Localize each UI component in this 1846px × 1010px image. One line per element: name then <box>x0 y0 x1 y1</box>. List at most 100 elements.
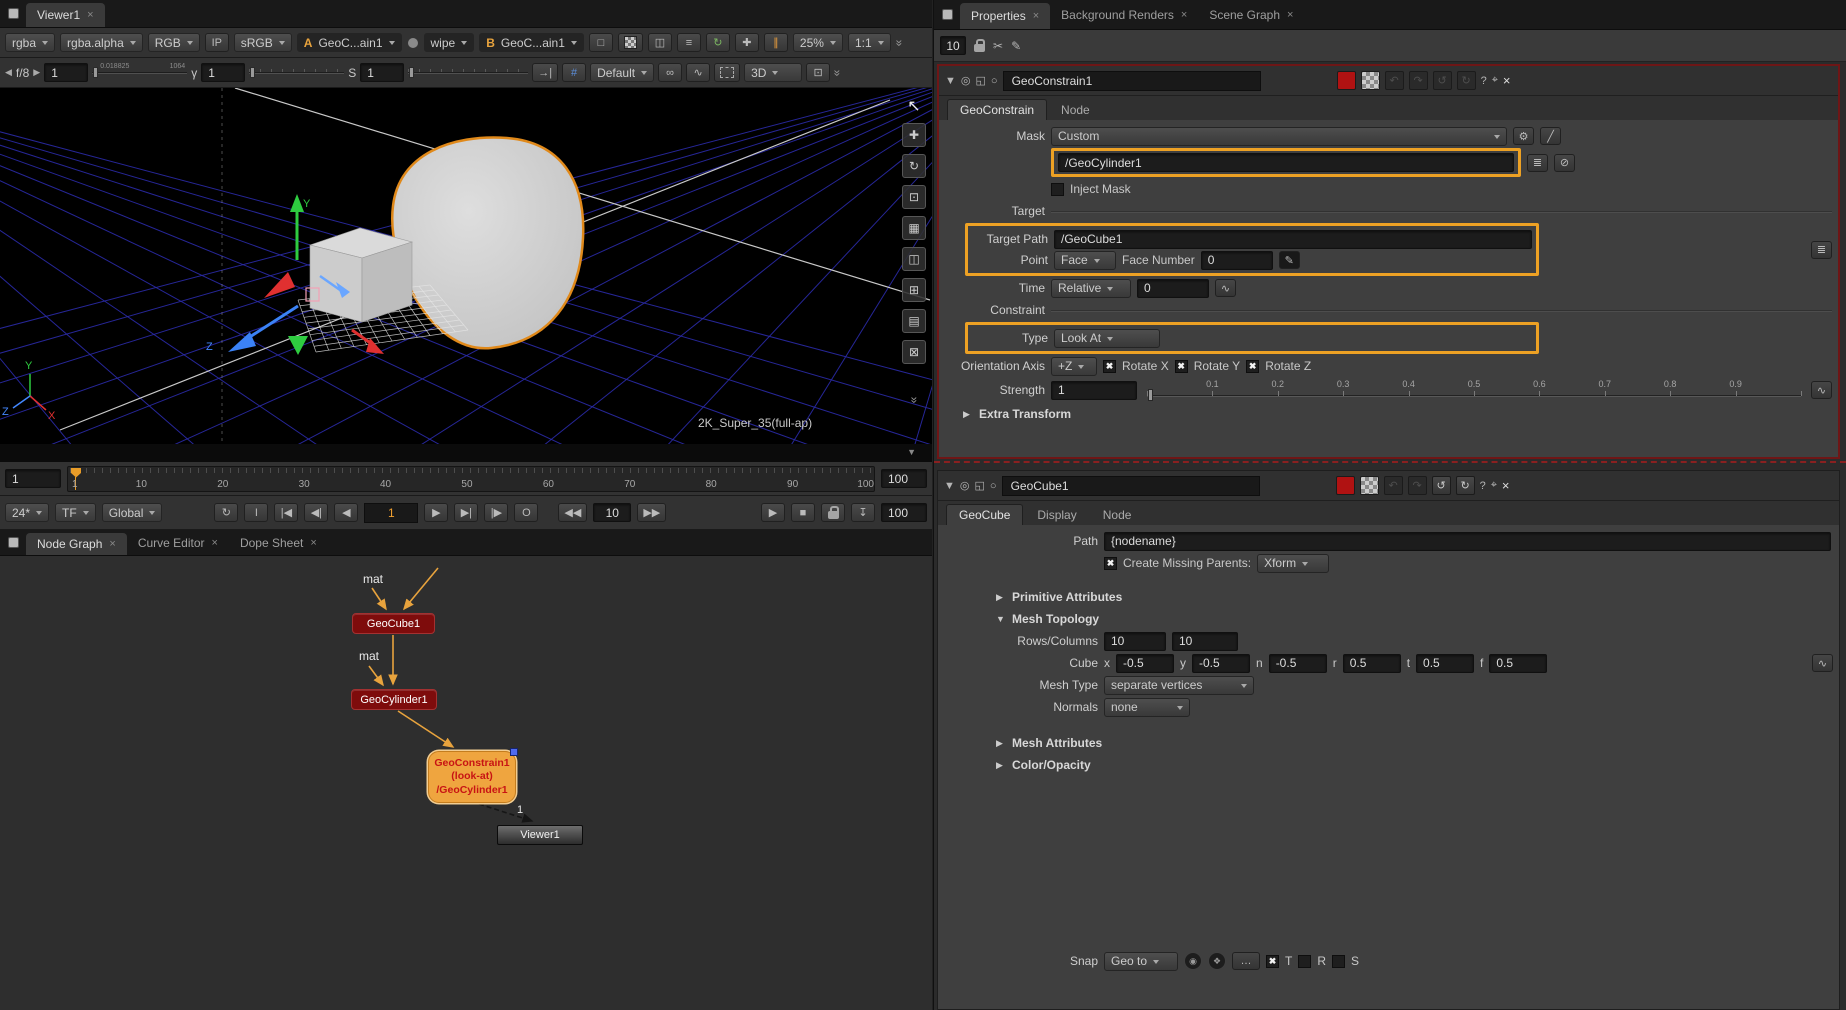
timeline-track[interactable]: 1 10 20 30 40 50 60 70 80 90 100 <box>67 466 875 492</box>
nodegraph-canvas[interactable]: mat mat GeoCube1 GeoCylinder1 GeoConstra… <box>0 556 932 1010</box>
geocube-shape[interactable] <box>310 228 412 322</box>
export-icon[interactable]: ↧ <box>851 503 875 522</box>
tab-viewer1[interactable]: Viewer1 × <box>26 3 105 27</box>
range-end-input[interactable]: 100 <box>881 469 927 488</box>
postage-stamp-button[interactable] <box>1361 71 1380 90</box>
float-panel-icon[interactable]: ◱ <box>975 479 985 492</box>
panel-splitter[interactable] <box>934 461 1846 463</box>
pin-button[interactable]: ⌖ <box>1492 74 1498 87</box>
gamma-slider-handle[interactable] <box>250 67 255 78</box>
node-geocube1[interactable]: GeoCube1 <box>352 613 435 634</box>
close-icon[interactable]: × <box>109 538 115 550</box>
redo-button[interactable]: ↷ <box>1408 476 1427 495</box>
undo-button[interactable]: ↶ <box>1385 71 1404 90</box>
list-icon[interactable]: ≣ <box>1527 154 1548 172</box>
pane-menu-button[interactable] <box>0 0 26 27</box>
strength-slider-handle[interactable] <box>1148 389 1153 401</box>
viewer-more-chevrons-icon[interactable]: » <box>892 39 906 46</box>
playhead[interactable] <box>71 468 81 478</box>
current-frame-display[interactable]: 1 <box>364 503 418 523</box>
rotate-z-checkbox[interactable]: ✖ <box>1246 360 1259 373</box>
postage-stamp-button[interactable] <box>1360 476 1379 495</box>
type-dropdown[interactable]: Look At <box>1054 329 1160 348</box>
close-icon[interactable]: × <box>212 537 218 549</box>
snap-s-checkbox[interactable] <box>1332 955 1345 968</box>
cube-y-input[interactable]: -0.5 <box>1192 654 1250 673</box>
collapse-panel-icon[interactable]: ▼ <box>944 480 955 492</box>
gear-icon[interactable]: ⚙ <box>1513 127 1534 145</box>
viewport-chevrons-icon[interactable]: » <box>907 397 921 404</box>
close-icon[interactable]: × <box>1033 10 1039 22</box>
select-tool-icon[interactable]: ↖ <box>907 96 920 116</box>
region-icon[interactable]: ■ <box>791 503 815 522</box>
tab-geocube[interactable]: GeoCube <box>946 504 1023 525</box>
close-panel-button[interactable]: × <box>1502 478 1510 493</box>
tab-display[interactable]: Display <box>1025 505 1088 525</box>
pause-icon[interactable]: ∥ <box>764 33 788 52</box>
roi-icon[interactable] <box>714 63 740 82</box>
input-b-dropdown[interactable]: B GeoC...ain1 <box>479 33 584 52</box>
revert-button[interactable]: ↺ <box>1433 71 1452 90</box>
gamma-input[interactable]: 1 <box>201 63 245 82</box>
snap-t-checkbox[interactable]: ✖ <box>1266 955 1279 968</box>
help-button[interactable]: ? <box>1480 480 1486 492</box>
gain-slider[interactable]: 0.018825 1064 <box>92 64 187 81</box>
lightbulb-icon[interactable]: ○ <box>991 75 998 87</box>
play-forward-button[interactable]: ▶ <box>424 503 448 522</box>
pane-menu-button[interactable] <box>934 0 960 29</box>
snap-vertex-icon[interactable]: ❖ <box>1208 952 1226 970</box>
fstop-next-icon[interactable]: ▶ <box>33 67 40 78</box>
cube-f-input[interactable]: 0.5 <box>1489 654 1547 673</box>
rotate-y-checkbox[interactable]: ✖ <box>1175 360 1188 373</box>
scenegraph-browse-icon[interactable]: ≣ <box>1811 241 1832 259</box>
focus-node-icon[interactable]: ◎ <box>961 74 971 87</box>
stamp-icon[interactable]: □ <box>589 33 613 52</box>
split-view-icon[interactable]: ◫ <box>902 247 926 271</box>
viewer-lut-dropdown[interactable]: sRGB <box>234 33 292 52</box>
node-name-field[interactable]: GeoConstrain1 <box>1003 71 1261 91</box>
gain-slider-handle[interactable] <box>93 67 98 78</box>
max-panels-input[interactable]: 10 <box>940 36 966 55</box>
playback-end-input[interactable]: 100 <box>881 503 927 522</box>
time-input[interactable]: 0 <box>1137 279 1209 298</box>
proxy-dropdown[interactable]: 1:1 <box>848 33 891 52</box>
grid-overlay-icon[interactable]: # <box>562 63 586 82</box>
point-dropdown[interactable]: Face <box>1054 251 1116 270</box>
color-opacity-expander-icon[interactable]: ▶ <box>996 760 1006 771</box>
stereo-icon[interactable]: ∞ <box>658 63 682 82</box>
fstop-prev-icon[interactable]: ◀ <box>5 67 12 78</box>
cube-t-input[interactable]: 0.5 <box>1416 654 1474 673</box>
close-panel-button[interactable]: × <box>1503 73 1511 88</box>
mask-dropdown[interactable]: Custom <box>1051 127 1507 146</box>
extra-transform-expander-icon[interactable]: ▶ <box>963 409 973 420</box>
node-name-field[interactable]: GeoCube1 <box>1002 476 1260 496</box>
path-input[interactable]: {nodename} <box>1104 532 1831 551</box>
reapply-button[interactable]: ↻ <box>1457 71 1476 90</box>
tab-properties[interactable]: Properties × <box>960 3 1050 29</box>
wipe-mode-dropdown[interactable]: wipe <box>424 33 475 52</box>
mesh-type-dropdown[interactable]: separate vertices <box>1104 676 1254 695</box>
pin-button[interactable]: ⌖ <box>1491 479 1497 492</box>
snap-live-icon[interactable]: ◉ <box>1184 952 1202 970</box>
pane-menu-button[interactable] <box>0 530 26 555</box>
overlay-icon[interactable]: ⊡ <box>806 63 830 82</box>
lock-range-icon[interactable] <box>821 503 845 522</box>
saturation-input[interactable]: 1 <box>360 63 404 82</box>
close-view-icon[interactable]: ⊠ <box>902 340 926 364</box>
strength-curve-icon[interactable]: ∿ <box>1811 381 1832 399</box>
compare-icon[interactable]: ◫ <box>648 33 672 52</box>
snap-dropdown[interactable]: Geo to <box>1104 952 1178 971</box>
redo-button[interactable]: ↷ <box>1409 71 1428 90</box>
reapply-button[interactable]: ↻ <box>1456 476 1475 495</box>
zoom-dropdown[interactable]: 25% <box>793 33 843 52</box>
translate-tool-icon[interactable]: ✚ <box>902 123 926 147</box>
cube-n-input[interactable]: -0.5 <box>1269 654 1327 673</box>
snap-r-checkbox[interactable] <box>1298 955 1311 968</box>
float-panel-icon[interactable]: ◱ <box>976 74 986 87</box>
close-icon[interactable]: × <box>87 9 93 21</box>
add-view-icon[interactable]: ⊞ <box>902 278 926 302</box>
play-backward-button[interactable]: ◀ <box>334 503 358 522</box>
inject-mask-checkbox[interactable] <box>1051 183 1064 196</box>
strength-slider[interactable]: 0.1 0.2 0.3 0.4 0.5 0.6 0.7 0.8 0.9 <box>1147 378 1801 402</box>
tab-node[interactable]: Node <box>1091 505 1144 525</box>
